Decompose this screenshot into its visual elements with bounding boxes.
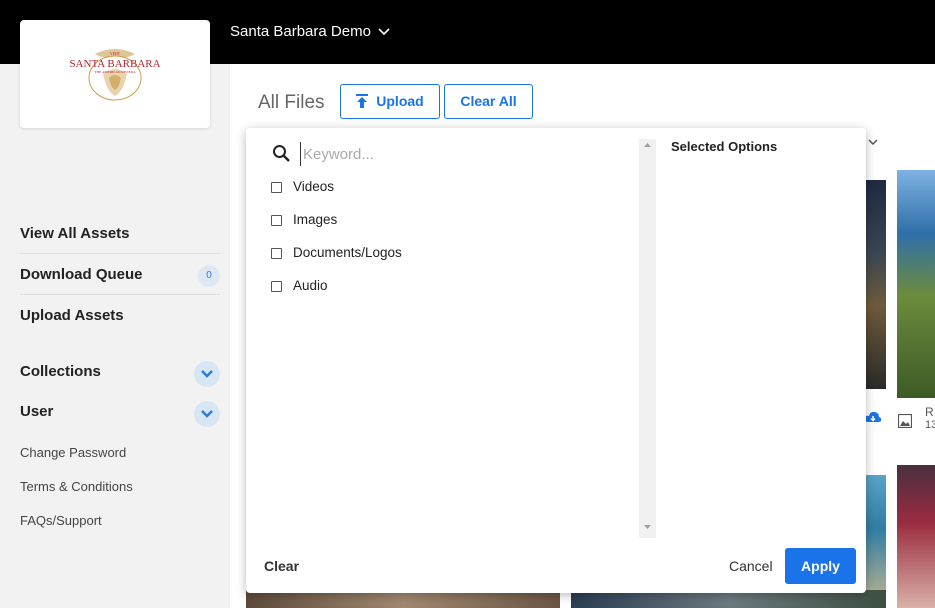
santa-barbara-logo: VISIT SANTA BARBARA THE AMERICAN RIVIERA	[69, 49, 161, 101]
asset-title-partial: R	[925, 405, 934, 419]
option-label: Audio	[293, 278, 328, 293]
search-icon	[273, 145, 290, 162]
apply-button[interactable]: Apply	[785, 548, 856, 584]
site-selector-label[interactable]: Santa Barbara Demo	[230, 23, 371, 40]
file-type-filter-dropdown	[246, 128, 866, 593]
nav-download-queue[interactable]: Download Queue	[20, 266, 143, 283]
upload-icon	[356, 94, 369, 108]
checkbox[interactable]	[271, 215, 282, 226]
logo-main-text: SANTA BARBARA	[69, 58, 160, 70]
asset-thumbnail[interactable]	[866, 475, 886, 608]
cloud-download-icon[interactable]	[864, 410, 882, 426]
upload-button-label: Upload	[376, 93, 424, 109]
page-title: All Files	[258, 92, 325, 113]
asset-meta-partial: 13	[925, 419, 935, 431]
link-terms-conditions[interactable]: Terms & Conditions	[20, 479, 133, 494]
link-change-password[interactable]: Change Password	[20, 445, 126, 460]
asset-thumbnail[interactable]	[897, 170, 935, 398]
download-count-badge: 0	[198, 265, 220, 287]
collections-expand-button[interactable]	[194, 361, 220, 387]
chevron-down-icon	[201, 370, 213, 378]
cancel-button[interactable]: Cancel	[729, 558, 773, 574]
selected-options-heading: Selected Options	[671, 139, 778, 154]
upload-button[interactable]: Upload	[340, 84, 440, 119]
clear-all-button[interactable]: Clear All	[444, 84, 533, 119]
checkbox[interactable]	[271, 182, 282, 193]
option-label: Videos	[293, 179, 335, 194]
scroll-up-arrow-icon[interactable]	[643, 142, 652, 148]
nav-view-all-assets[interactable]: View All Assets	[20, 225, 130, 242]
nav-collections[interactable]: Collections	[20, 363, 101, 380]
option-label: Documents/Logos	[293, 245, 402, 260]
option-label: Images	[293, 212, 338, 227]
divider	[20, 253, 220, 254]
divider	[20, 294, 220, 295]
chevron-down-icon	[201, 410, 213, 418]
logo-sub-text: THE AMERICAN RIVIERA	[94, 70, 136, 74]
link-faqs-support[interactable]: FAQs/Support	[20, 513, 102, 528]
keyword-search-input[interactable]	[300, 142, 630, 166]
scroll-down-arrow-icon[interactable]	[643, 524, 652, 530]
checkbox[interactable]	[271, 281, 282, 292]
logo-top-text: VISIT	[110, 51, 121, 56]
options-scrollbar[interactable]	[639, 139, 656, 538]
image-type-icon	[898, 414, 912, 428]
asset-thumbnail[interactable]	[866, 180, 886, 389]
client-logo-card[interactable]: VISIT SANTA BARBARA THE AMERICAN RIVIERA	[20, 20, 210, 128]
nav-user[interactable]: User	[20, 403, 53, 420]
clear-button[interactable]: Clear	[264, 558, 299, 574]
chevron-down-icon[interactable]	[376, 26, 392, 38]
asset-thumbnail[interactable]	[897, 465, 935, 608]
user-expand-button[interactable]	[194, 401, 220, 427]
chevron-down-icon[interactable]	[866, 137, 880, 149]
nav-upload-assets[interactable]: Upload Assets	[20, 307, 124, 324]
checkbox[interactable]	[271, 248, 282, 259]
